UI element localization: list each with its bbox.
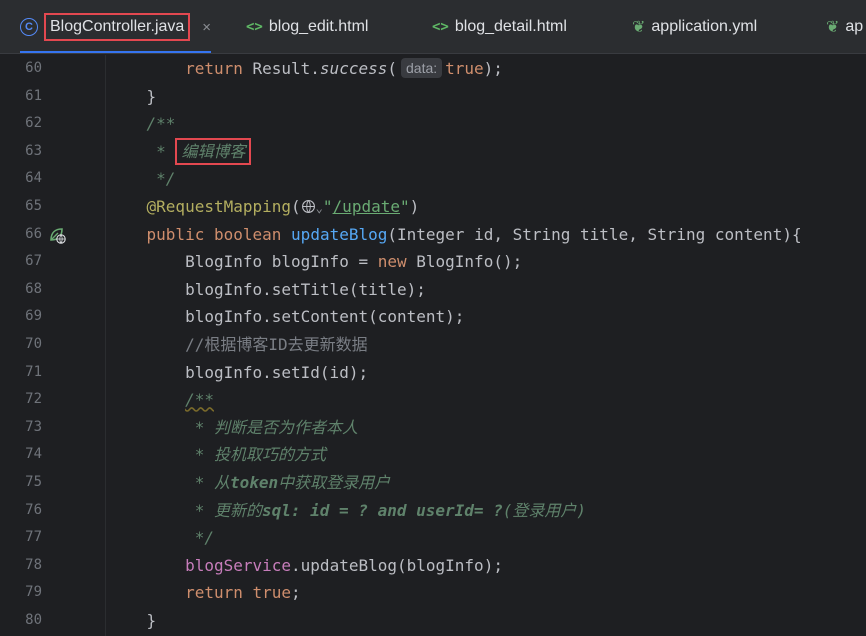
code-line-61: } [146,86,157,106]
line-number: 71 [25,363,42,380]
code-line-71: blogInfo.setId(id); [185,362,369,382]
line-number: 77 [25,529,42,546]
line-number: 61 [25,87,42,104]
spring-icon: ❦ [632,19,646,36]
code-line-65: @RequestMapping(⌄"/update") [146,197,420,216]
line-number: 75 [25,474,42,490]
editor-tab-bar: C BlogController.java × <> blog_edit.htm… [0,0,866,54]
url-globe-icon[interactable] [301,199,316,214]
line-number: 73 [25,418,42,435]
line-number: 63 [25,142,42,159]
code-line-68: blogInfo.setTitle(title); [185,279,426,299]
code-line-60: return Result.success(data: true); [185,58,503,78]
line-number: 64 [25,170,42,187]
code-line-62: /** [146,114,176,134]
tab-label: blog_edit.html [268,18,369,35]
line-number: 79 [25,584,42,601]
tab-label: BlogController.java [44,13,191,41]
line-number: 65 [25,198,42,214]
code-editor[interactable]: 60 61 62 63 64 65 66 67 68 69 70 71 72 7… [0,55,866,636]
line-number: 67 [25,253,42,270]
chevron-down-icon[interactable]: ⌄ [316,201,323,215]
html-icon: <> [432,19,449,35]
tab-label: blog_detail.html [454,18,567,35]
tab-blogcontroller-java[interactable]: C BlogController.java × [20,0,212,53]
close-icon[interactable]: × [202,19,211,36]
code-line-78: blogService.updateBlog(blogInfo); [185,555,503,575]
request-mapping-gutter-icon[interactable] [48,226,66,248]
line-number: 78 [25,556,42,573]
code-line-80: } [146,611,157,630]
code-line-76: * 更新的sql: id = ? and userId= ?(登录用户) [185,500,587,520]
tab-application-yml[interactable]: ❦ application.yml [632,0,758,53]
line-number: 72 [25,391,42,408]
parameter-hint: data: [401,58,443,78]
code-line-73: * 判断是否为作者本人 [185,417,358,437]
code-line-63: * 编辑博客 [108,137,252,166]
tab-blog-edit-html[interactable]: <> blog_edit.html [246,0,369,53]
tab-label: application.yml [651,18,758,35]
line-number: 62 [25,115,42,132]
code-line-64: */ [146,169,176,189]
line-number: 70 [25,336,42,352]
url-path[interactable]: /update [333,197,400,216]
code-line-72: /** [185,390,214,410]
tab-application-overflow[interactable]: ❦ ap [826,0,864,53]
code-line-66: public boolean updateBlog(Integer id, St… [146,224,802,244]
tab-label: ap [845,18,864,35]
line-number: 60 [25,60,42,76]
code-line-75: * 从token中获取登录用户 [185,473,391,492]
gutter-divider [105,55,106,636]
code-line-77: */ [185,528,214,548]
code-line-79: return true; [185,583,301,603]
spring-icon: ❦ [826,19,840,36]
code-line-70: //根据博客ID去更新数据 [185,335,368,354]
line-number: 68 [25,280,42,297]
line-number: 74 [25,446,42,463]
code-line-74: * 投机取巧的方式 [185,445,326,465]
line-number: 80 [25,612,42,628]
code-line-67: BlogInfo blogInfo = new BlogInfo(); [185,252,523,272]
highlighted-comment: 编辑博客 [175,137,252,165]
code-line-69: blogInfo.setContent(content); [185,307,465,327]
line-number: 66 [25,225,42,242]
tab-blog-detail-html[interactable]: <> blog_detail.html [432,0,567,53]
class-icon: C [20,18,38,36]
line-number: 69 [25,308,42,325]
html-icon: <> [246,19,263,35]
line-number: 76 [25,501,42,518]
